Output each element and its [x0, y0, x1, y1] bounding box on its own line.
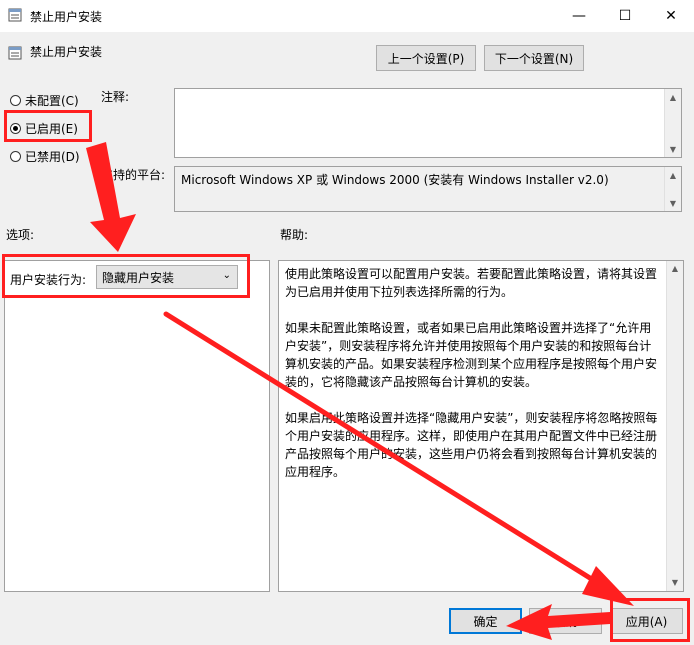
- radio-not-configured[interactable]: 未配置(C): [10, 92, 79, 109]
- radio-disabled[interactable]: 已禁用(D): [10, 148, 80, 165]
- policy-name: 禁止用户安装: [30, 45, 103, 59]
- platform-scrollbar[interactable]: ▲ ▼: [664, 167, 681, 211]
- policy-icon: [8, 8, 22, 22]
- title-bar: 禁止用户安装 — ☐ ✕: [0, 0, 694, 32]
- help-paragraph: 如果未配置此策略设置，或者如果已启用此策略设置并选择了“允许用户安装”，则安装程…: [285, 321, 658, 389]
- platform-field: Microsoft Windows XP 或 Windows 2000 (安装有…: [174, 166, 682, 212]
- radio-circle[interactable]: [10, 151, 21, 162]
- minimize-button[interactable]: —: [556, 0, 602, 32]
- policy-setting-icon: [8, 46, 22, 60]
- scroll-down-icon[interactable]: ▼: [665, 141, 681, 157]
- platform-value: Microsoft Windows XP 或 Windows 2000 (安装有…: [181, 173, 609, 187]
- annotation-box-apply: [610, 598, 690, 642]
- help-paragraph: 使用此策略设置可以配置用户安装。若要配置此策略设置，请将其设置为已启用并使用下拉…: [285, 267, 658, 299]
- scroll-down-icon[interactable]: ▼: [665, 195, 681, 211]
- cancel-button[interactable]: 取消: [529, 608, 602, 634]
- help-section-label: 帮助:: [280, 228, 309, 242]
- window-title: 禁止用户安装: [30, 10, 103, 24]
- next-setting-button[interactable]: 下一个设置(N): [484, 45, 584, 71]
- annotation-box-dropdown: [2, 254, 250, 298]
- help-scrollbar[interactable]: ▲ ▼: [666, 261, 683, 591]
- comment-scrollbar[interactable]: ▲ ▼: [664, 89, 681, 157]
- previous-setting-button[interactable]: 上一个设置(P): [376, 45, 476, 71]
- comment-textarea[interactable]: ▲ ▼: [174, 88, 682, 158]
- scroll-up-icon[interactable]: ▲: [665, 89, 681, 105]
- radio-label: 未配置(C): [25, 94, 79, 108]
- radio-label: 已禁用(D): [25, 150, 80, 164]
- scroll-down-icon[interactable]: ▼: [667, 575, 683, 591]
- help-text-panel: 使用此策略设置可以配置用户安装。若要配置此策略设置，请将其设置为已启用并使用下拉…: [278, 260, 684, 592]
- scroll-up-icon[interactable]: ▲: [667, 261, 683, 277]
- annotation-box-enabled: [4, 110, 92, 142]
- options-panel: [4, 260, 270, 592]
- platform-label: 支持的平台:: [101, 168, 166, 182]
- radio-circle[interactable]: [10, 95, 21, 106]
- comment-label: 注释:: [101, 90, 130, 104]
- arrow-to-dropdown: [86, 142, 136, 252]
- help-paragraph: 如果启用此策略设置并选择“隐藏用户安装”，则安装程序将忽略按照每个用户安装的应用…: [285, 411, 658, 479]
- close-button[interactable]: ✕: [648, 0, 694, 32]
- ok-button[interactable]: 确定: [449, 608, 522, 634]
- scroll-up-icon[interactable]: ▲: [665, 167, 681, 183]
- options-section-label: 选项:: [6, 228, 35, 242]
- maximize-button[interactable]: ☐: [602, 0, 648, 32]
